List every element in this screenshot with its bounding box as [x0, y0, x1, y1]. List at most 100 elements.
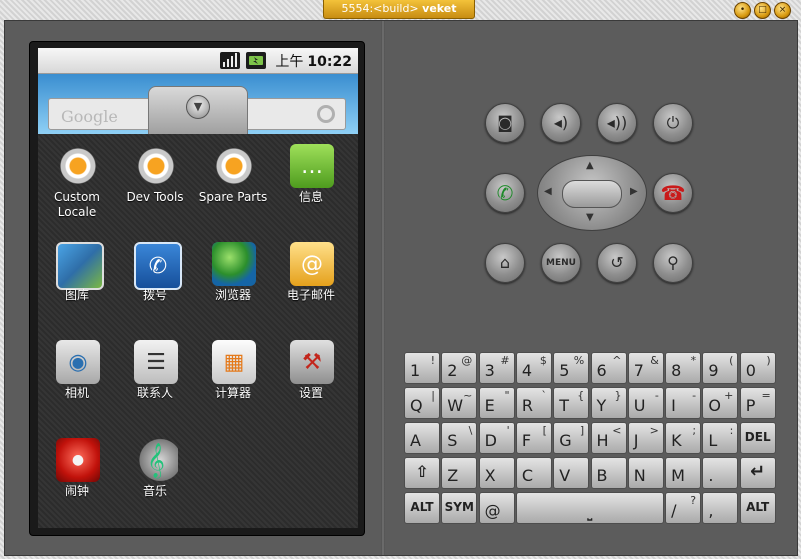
key-4[interactable]: 4 $	[515, 352, 552, 384]
dpad-center-button[interactable]	[562, 180, 622, 208]
home-button[interactable]: ⌂	[485, 243, 525, 283]
key-alt-label: ^	[612, 354, 622, 367]
key-r[interactable]: R `	[515, 387, 552, 419]
app-dev-tools[interactable]: Dev Tools	[116, 144, 194, 234]
key-m[interactable]: M	[665, 457, 702, 489]
key-5[interactable]: 5%	[553, 352, 590, 384]
key-label: J	[633, 431, 639, 450]
end-call-button[interactable]: ☎	[653, 173, 693, 213]
key-label: .	[708, 466, 714, 485]
app-camera[interactable]: ◉ 相机	[38, 340, 116, 430]
key-d[interactable]: D '	[478, 422, 515, 454]
dpad-down-icon[interactable]: ▼	[586, 212, 594, 223]
emulator-window: 5554:<build> veket • □ × 上午 10:22 Google…	[0, 0, 801, 559]
menu-button[interactable]: MENU	[541, 243, 581, 283]
app-email[interactable]: @ 电子邮件	[272, 242, 350, 332]
dpad[interactable]: ▲ ▼ ◀ ▶	[537, 155, 647, 231]
alarm-icon: ●	[56, 438, 100, 482]
key-v[interactable]: V	[553, 457, 590, 489]
key-alt-label: -	[654, 389, 659, 402]
key-delete[interactable]: DEL	[739, 422, 776, 454]
key-j[interactable]: J >	[627, 422, 664, 454]
key-space[interactable]: ⎵	[515, 492, 664, 524]
key-w[interactable]: W ~	[441, 387, 478, 419]
key-9[interactable]: 9(	[702, 352, 739, 384]
key-period[interactable]: .	[702, 457, 739, 489]
key-b[interactable]: B	[590, 457, 627, 489]
close-icon[interactable]: ×	[774, 2, 791, 19]
search-icon[interactable]	[317, 105, 335, 123]
key-e[interactable]: E "	[478, 387, 515, 419]
app-music[interactable]: 𝄞 音乐	[116, 438, 194, 528]
call-button[interactable]: ✆	[485, 173, 525, 213]
phone-screen[interactable]: 上午 10:22 Google ▼ Custom Locale Dev Tool…	[38, 48, 358, 528]
key-l[interactable]: L:	[702, 422, 739, 454]
key-s[interactable]: S \	[441, 422, 478, 454]
app-drawer-handle[interactable]: ▼	[148, 86, 248, 138]
key-n[interactable]: N	[627, 457, 664, 489]
maximize-icon[interactable]: □	[754, 2, 771, 19]
app-browser[interactable]: 浏览器	[194, 242, 272, 332]
key-a[interactable]: A	[404, 422, 440, 454]
app-dialer[interactable]: ✆ 拨号	[116, 242, 194, 332]
key-g[interactable]: G]	[553, 422, 590, 454]
app-label: 图库	[64, 288, 89, 302]
key-sym[interactable]: SYM	[441, 492, 478, 524]
key-o[interactable]: O +	[702, 387, 739, 419]
key-p[interactable]: P =	[739, 387, 776, 419]
volume-up-button[interactable]: ◂))	[597, 103, 637, 143]
key-alt-left[interactable]: ALT	[404, 492, 440, 524]
key-x[interactable]: X	[478, 457, 515, 489]
dpad-left-icon[interactable]: ◀	[544, 186, 552, 197]
key-8[interactable]: 8 *	[665, 352, 702, 384]
key-z[interactable]: Z	[441, 457, 478, 489]
key-f[interactable]: F[	[515, 422, 552, 454]
key-label: L	[708, 431, 718, 450]
key-comma[interactable]: ,	[702, 492, 739, 524]
app-gallery[interactable]: 图库	[38, 242, 116, 332]
app-spare-parts[interactable]: Spare Parts	[194, 144, 272, 234]
app-label: 相机	[64, 386, 89, 400]
key-alt-right[interactable]: ALT	[739, 492, 776, 524]
app-alarm[interactable]: ● 闹钟	[38, 438, 116, 528]
dpad-right-icon[interactable]: ▶	[630, 186, 638, 197]
key-0[interactable]: 0)	[739, 352, 776, 384]
app-messaging[interactable]: … 信息	[272, 144, 350, 234]
key-2[interactable]: 2 @	[441, 352, 478, 384]
power-button[interactable]: ⏻	[653, 103, 693, 143]
app-custom-locale[interactable]: Custom Locale	[38, 144, 116, 234]
key-t[interactable]: T{	[553, 387, 590, 419]
key-1[interactable]: 1!	[404, 352, 440, 384]
key-enter[interactable]: ↵	[739, 457, 776, 489]
camera-button[interactable]: ◙	[485, 103, 525, 143]
dpad-up-icon[interactable]: ▲	[586, 160, 594, 171]
key-label: 9	[708, 361, 719, 380]
key-slash[interactable]: /?	[665, 492, 702, 524]
app-settings[interactable]: ⚒ 设置	[272, 340, 350, 430]
app-contacts[interactable]: ☰ 联系人	[116, 340, 194, 430]
key-shift[interactable]: ⇧	[404, 457, 440, 489]
key-u[interactable]: U-	[627, 387, 664, 419]
volume-down-button[interactable]: ◂)	[541, 103, 581, 143]
key-y[interactable]: Y}	[590, 387, 627, 419]
key-label: SYM	[444, 500, 474, 514]
key-q[interactable]: Q |	[404, 387, 440, 419]
key-label: M	[671, 466, 685, 485]
back-button[interactable]: ↺	[597, 243, 637, 283]
app-calculator[interactable]: ▦ 计算器	[194, 340, 272, 430]
browser-icon	[212, 242, 256, 286]
key-7[interactable]: 7 &	[627, 352, 664, 384]
key-alt-label: ?	[690, 494, 697, 507]
key-k[interactable]: K;	[665, 422, 702, 454]
key-6[interactable]: 6 ^	[590, 352, 627, 384]
key-label: H	[596, 431, 609, 450]
key-3[interactable]: 3 #	[478, 352, 515, 384]
key-i[interactable]: I-	[665, 387, 702, 419]
key-label: D	[484, 431, 497, 450]
chevron-down-icon[interactable]: ▼	[186, 95, 210, 119]
search-button[interactable]: ⚲	[653, 243, 693, 283]
minimize-icon[interactable]: •	[734, 2, 751, 19]
key-at[interactable]: @	[478, 492, 515, 524]
key-h[interactable]: H <	[590, 422, 627, 454]
key-c[interactable]: C	[515, 457, 552, 489]
